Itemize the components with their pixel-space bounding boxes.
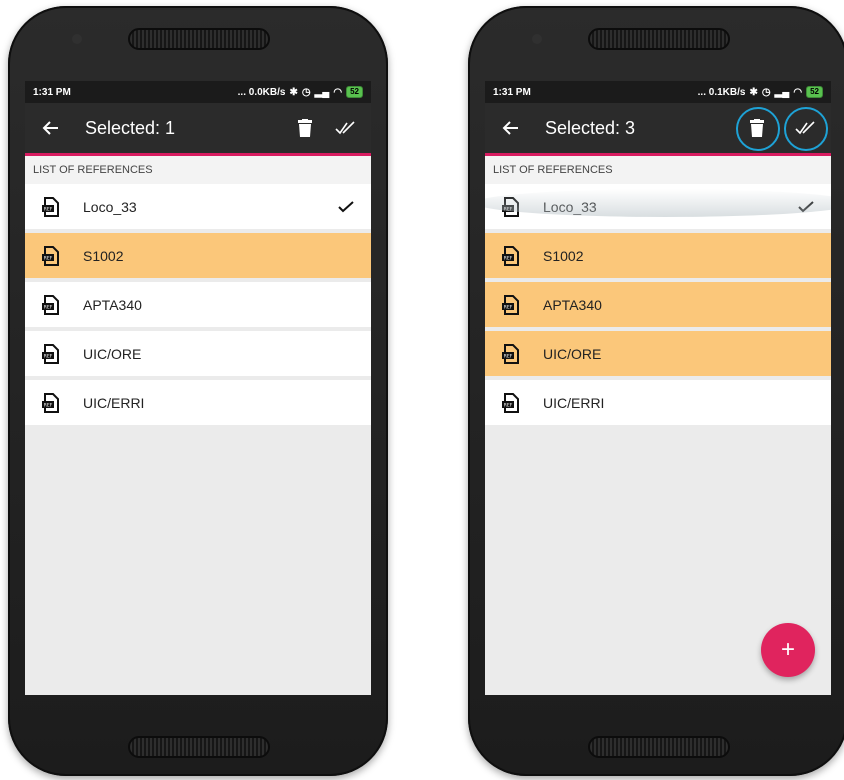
item-label: APTA340 (543, 296, 602, 313)
trash-icon (298, 119, 312, 137)
item-label: S1002 (83, 247, 124, 264)
list-item[interactable]: REF APTA340 (25, 282, 371, 327)
svg-text:REF: REF (504, 304, 513, 310)
status-bar: 1:31 PM ... 0.1KB/s ✱ ◷ ▂▄ ◠ 52 (485, 81, 831, 103)
wifi-icon: ◠ (333, 86, 343, 98)
list-item[interactable]: REF APTA340 (485, 282, 831, 327)
phone-screen: 1:31 PM ... 0.1KB/s ✱ ◷ ▂▄ ◠ 52 Selected… (485, 81, 831, 695)
double-check-icon (795, 121, 815, 135)
add-reference-button[interactable]: + (761, 623, 815, 677)
list-item[interactable]: REF UIC/ORE (485, 331, 831, 376)
svg-text:REF: REF (504, 206, 513, 212)
signal-icon: ▂▄ (774, 86, 790, 98)
section-header: LIST OF REFERENCES (25, 156, 371, 184)
arrow-back-icon (502, 121, 518, 135)
bluetooth-icon: ✱ (289, 86, 298, 98)
ref-file-icon: REF (38, 341, 64, 367)
svg-text:REF: REF (44, 353, 53, 359)
phone-screen: 1:31 PM ... 0.0KB/s ✱ ◷ ▂▄ ◠ 52 Selected… (25, 81, 371, 695)
right-phone: 1:31 PM ... 0.1KB/s ✱ ◷ ▂▄ ◠ 52 Selected… (468, 6, 844, 776)
svg-text:REF: REF (44, 304, 53, 310)
ref-file-icon: REF (498, 243, 524, 269)
ref-file-icon: REF (38, 390, 64, 416)
list-item[interactable]: REF S1002 (485, 233, 831, 278)
delete-button[interactable] (736, 107, 780, 151)
front-camera (72, 34, 82, 44)
page-title: Selected: 3 (545, 117, 636, 138)
arrow-back-icon (42, 121, 58, 135)
svg-text:REF: REF (44, 206, 53, 212)
item-label: Loco_33 (543, 198, 597, 215)
item-label: UIC/ORE (83, 345, 142, 362)
signal-icon: ▂▄ (314, 86, 330, 98)
battery-icon: 52 (346, 86, 363, 98)
alarm-icon: ◷ (761, 86, 771, 98)
svg-text:REF: REF (504, 353, 513, 359)
status-indicators: ... 0.1KB/s ✱ ◷ ▂▄ ◠ 52 (698, 86, 823, 98)
status-indicators: ... 0.0KB/s ✱ ◷ ▂▄ ◠ 52 (238, 86, 363, 98)
item-label: S1002 (543, 247, 584, 264)
ref-file-icon: REF (498, 292, 524, 318)
list-item[interactable]: REF Loco_33 (485, 184, 831, 229)
left-phone: 1:31 PM ... 0.0KB/s ✱ ◷ ▂▄ ◠ 52 Selected… (8, 6, 388, 776)
status-time: 1:31 PM (493, 86, 531, 98)
svg-text:REF: REF (44, 255, 53, 261)
ref-file-icon: REF (38, 292, 64, 318)
bottom-speaker (588, 736, 730, 758)
status-bar: 1:31 PM ... 0.0KB/s ✱ ◷ ▂▄ ◠ 52 (25, 81, 371, 103)
network-speed: ... 0.1KB/s (697, 86, 746, 98)
item-label: APTA340 (83, 296, 142, 313)
ref-file-icon: REF (38, 194, 64, 220)
network-speed: ... 0.0KB/s (237, 86, 286, 98)
delete-button[interactable] (285, 108, 325, 148)
check-icon (331, 200, 361, 213)
page-title: Selected: 1 (85, 117, 176, 138)
bluetooth-icon: ✱ (749, 86, 758, 98)
ref-file-icon: REF (498, 341, 524, 367)
double-check-icon (335, 121, 355, 135)
ref-file-icon: REF (498, 390, 524, 416)
front-camera (532, 34, 542, 44)
app-bar: Selected: 1 (25, 103, 371, 156)
item-label: Loco_33 (83, 198, 137, 215)
svg-text:REF: REF (504, 255, 513, 261)
list-item[interactable]: REF UIC/ERRI (485, 380, 831, 425)
wifi-icon: ◠ (793, 86, 803, 98)
status-time: 1:31 PM (33, 86, 71, 98)
top-speaker (588, 28, 730, 50)
app-bar: Selected: 3 (485, 103, 831, 156)
battery-icon: 52 (806, 86, 823, 98)
list-item[interactable]: REF UIC/ORE (25, 331, 371, 376)
item-label: UIC/ERRI (83, 394, 145, 411)
back-button[interactable] (491, 108, 531, 148)
svg-text:REF: REF (44, 402, 53, 408)
ref-file-icon: REF (498, 194, 524, 220)
select-all-button[interactable] (784, 107, 828, 151)
list-item[interactable]: REF S1002 (25, 233, 371, 278)
item-label: UIC/ORE (543, 345, 602, 362)
ref-file-icon: REF (38, 243, 64, 269)
bottom-speaker (128, 736, 270, 758)
check-icon (791, 200, 821, 213)
section-header: LIST OF REFERENCES (485, 156, 831, 184)
list-item[interactable]: REF Loco_33 (25, 184, 371, 229)
top-speaker (128, 28, 270, 50)
trash-icon (750, 119, 764, 137)
alarm-icon: ◷ (301, 86, 311, 98)
select-all-button[interactable] (325, 108, 365, 148)
svg-text:REF: REF (504, 402, 513, 408)
list-item[interactable]: REF UIC/ERRI (25, 380, 371, 425)
item-label: UIC/ERRI (543, 394, 605, 411)
back-button[interactable] (31, 108, 71, 148)
